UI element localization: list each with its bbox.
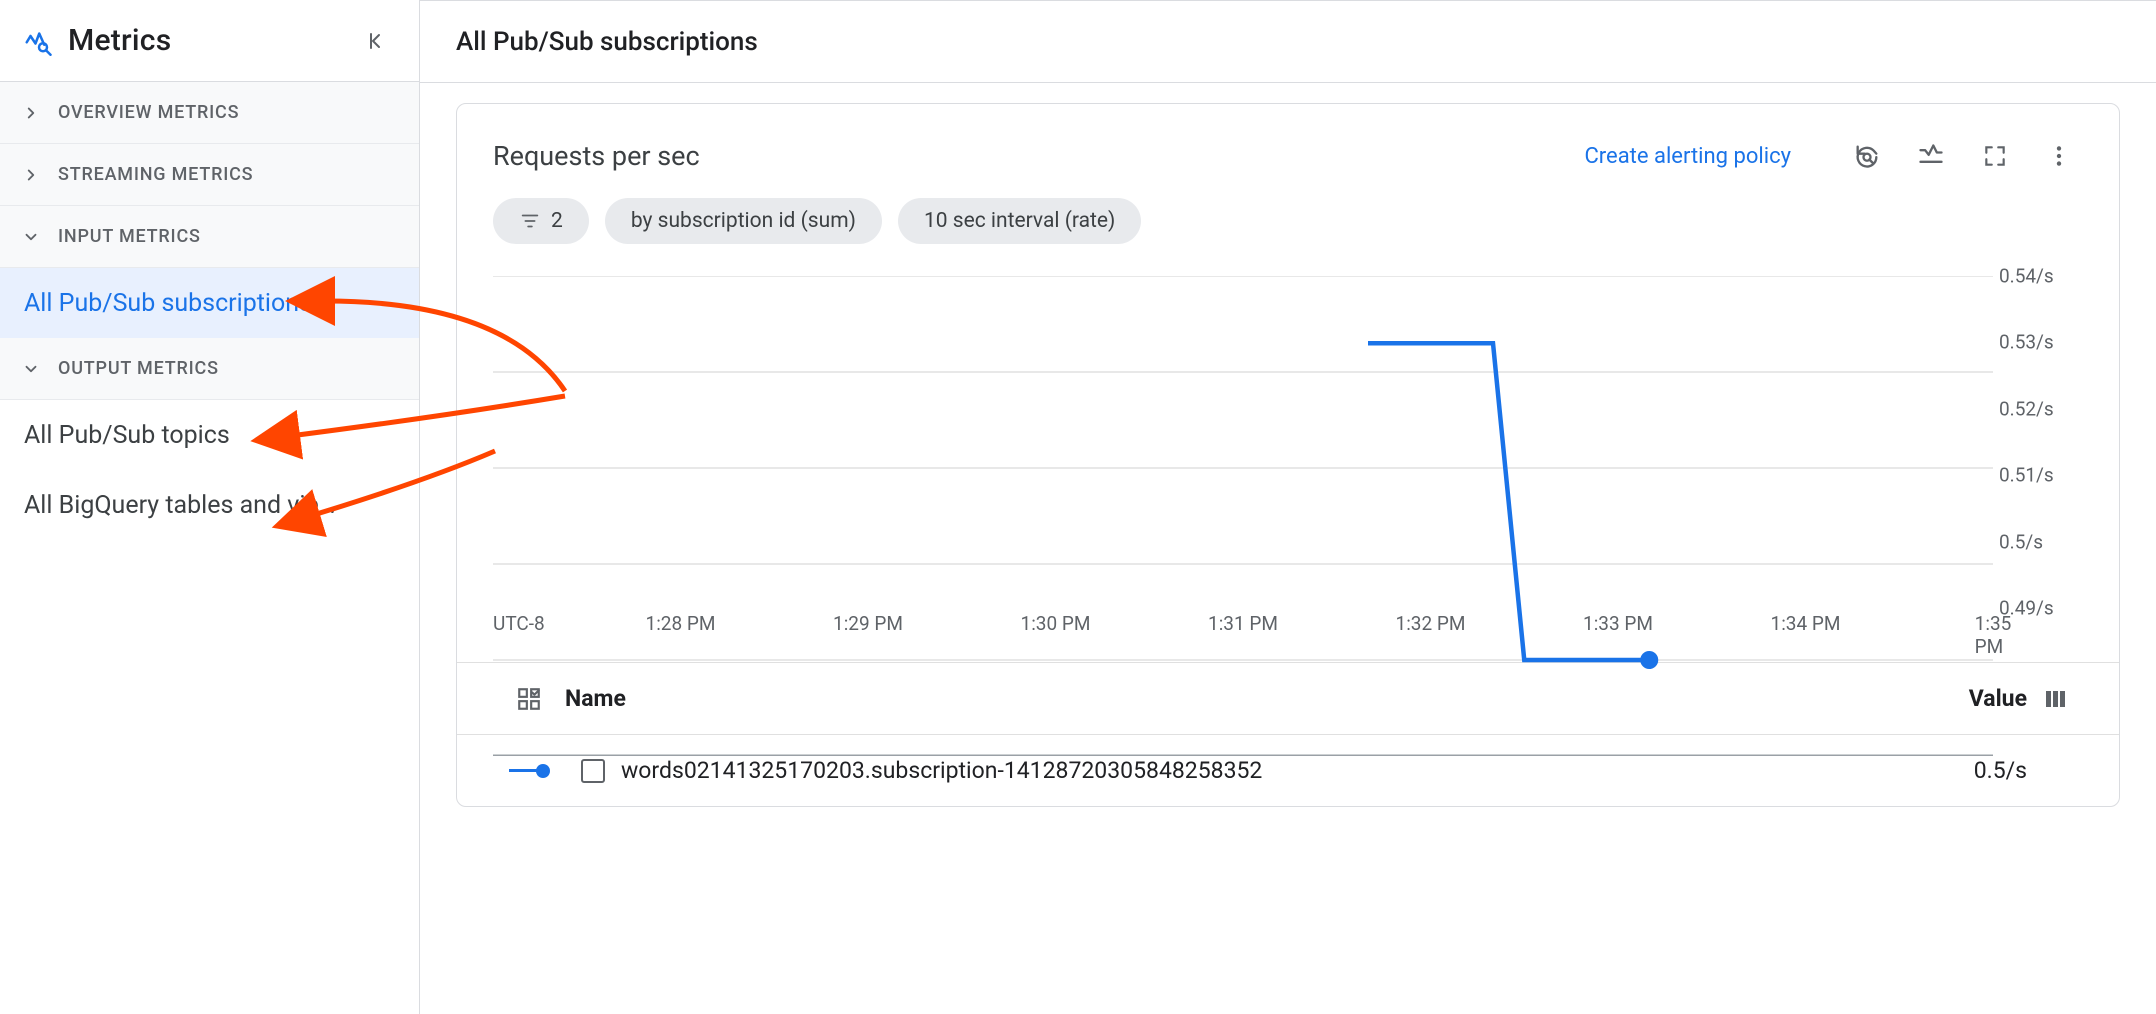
group-label: OUTPUT METRICS	[58, 358, 219, 379]
group-label: OVERVIEW METRICS	[58, 102, 239, 123]
chevron-down-icon	[22, 228, 48, 246]
card-header: Requests per sec Create alerting policy	[457, 132, 2119, 198]
chip-bar: 2 by subscription id (sum) 10 sec interv…	[457, 198, 2119, 268]
y-axis-labels: 0.54/s0.53/s0.52/s0.51/s0.5/s0.49/s	[1999, 268, 2083, 608]
toggle-legend-button[interactable]	[1907, 132, 1955, 180]
interval-chip[interactable]: 10 sec interval (rate)	[898, 198, 1141, 244]
column-selector-button[interactable]	[2027, 687, 2083, 711]
sidebar-item-all-pubsub-subscriptions[interactable]: All Pub/Sub subscriptions	[0, 268, 419, 338]
main: All Pub/Sub subscriptions Requests per s…	[420, 0, 2156, 1014]
interval-label: 10 sec interval (rate)	[924, 209, 1115, 233]
page-title: All Pub/Sub subscriptions	[456, 27, 758, 57]
chart-title: Requests per sec	[493, 140, 1584, 172]
group-label: INPUT METRICS	[58, 226, 201, 247]
main-top-bar: All Pub/Sub subscriptions	[420, 1, 2156, 83]
chevron-down-icon	[22, 360, 48, 378]
group-streaming-metrics[interactable]: STREAMING METRICS	[0, 144, 419, 206]
groupby-label: by subscription id (sum)	[631, 209, 856, 233]
more-options-button[interactable]	[2035, 132, 2083, 180]
legend-checkbox[interactable]	[581, 759, 605, 783]
metrics-explorer-icon	[22, 25, 54, 57]
filter-chip[interactable]: 2	[493, 198, 589, 244]
group-overview-metrics[interactable]: OVERVIEW METRICS	[0, 82, 419, 144]
fullscreen-button[interactable]	[1971, 132, 2019, 180]
sidebar-item-all-bigquery-tables[interactable]: All BigQuery tables and vie…	[0, 470, 419, 540]
x-axis-labels: UTC-81:28 PM1:29 PM1:30 PM1:31 PM1:32 PM…	[493, 612, 1993, 648]
sidebar: Metrics OVERVIEW METRICS STREAMING METRI…	[0, 0, 420, 1014]
chart-card: Requests per sec Create alerting policy	[456, 103, 2120, 807]
legend-swatch	[493, 764, 565, 778]
groupby-chip[interactable]: by subscription id (sum)	[605, 198, 882, 244]
group-input-metrics[interactable]: INPUT METRICS	[0, 206, 419, 268]
reset-zoom-button[interactable]	[1843, 132, 1891, 180]
sidebar-item-label: All Pub/Sub topics	[24, 421, 230, 450]
card-container: Requests per sec Create alerting policy	[420, 83, 2156, 1014]
collapse-sidebar-button[interactable]	[357, 21, 397, 61]
sidebar-item-all-pubsub-topics[interactable]: All Pub/Sub topics	[0, 400, 419, 470]
group-output-metrics[interactable]: OUTPUT METRICS	[0, 338, 419, 400]
sidebar-item-label: All Pub/Sub subscriptions	[24, 289, 312, 318]
chevron-right-icon	[22, 166, 48, 184]
create-alerting-policy-link[interactable]: Create alerting policy	[1584, 144, 1791, 169]
legend-series-name: words02141325170203.subscription-1412872…	[621, 757, 1867, 784]
legend-series-value: 0.5/s	[1867, 757, 2027, 784]
filter-count: 2	[551, 209, 563, 233]
filter-icon	[519, 210, 541, 232]
chevron-right-icon	[22, 104, 48, 122]
sidebar-header: Metrics	[0, 0, 419, 82]
sidebar-item-label: All BigQuery tables and vie…	[24, 491, 335, 520]
group-label: STREAMING METRICS	[58, 164, 253, 185]
chart[interactable]: 0.54/s0.53/s0.52/s0.51/s0.5/s0.49/s UTC-…	[493, 268, 2083, 648]
sidebar-title: Metrics	[68, 23, 357, 58]
